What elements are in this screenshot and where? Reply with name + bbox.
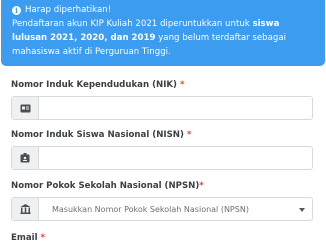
nik-input[interactable]: [39, 97, 312, 119]
nisn-required-mark: *: [186, 130, 192, 140]
alert-line2a: lulusan 2021, 2020, dan 2019: [12, 33, 156, 43]
npsn-input-group: Masukkan Nomor Pokok Sekolah Nasional (N…: [11, 197, 313, 221]
chevron-down-icon: [299, 208, 305, 212]
nik-addon: [12, 97, 39, 119]
nisn-input[interactable]: [39, 147, 312, 169]
npsn-select[interactable]: Masukkan Nomor Pokok Sekolah Nasional (N…: [39, 198, 312, 220]
alert-line1b: siswa: [252, 19, 280, 29]
email-label-text: Email: [11, 233, 38, 243]
npsn-label-text: Nomor Pokok Sekolah Nasional (NPSN): [11, 181, 200, 191]
npsn-select-placeholder: Masukkan Nomor Pokok Sekolah Nasional (N…: [52, 205, 249, 214]
email-required-mark: *: [40, 233, 46, 243]
alert-title: Harap diperhatikan!: [25, 5, 112, 15]
id-badge-icon: [20, 153, 30, 163]
nisn-addon: [12, 147, 39, 169]
nisn-input-group: [11, 146, 313, 170]
alert-body: Pendaftaran akun KIP Kuliah 2021 diperun…: [12, 17, 315, 59]
nik-label: Nomor Induk Kependudukan (NIK) *: [11, 80, 184, 90]
info-alert: i Harap diperhatikan! Pendaftaran akun K…: [1, 0, 325, 66]
school-icon: [20, 204, 30, 214]
nik-label-text: Nomor Induk Kependudukan (NIK): [11, 80, 177, 90]
nik-required-mark: *: [179, 80, 185, 90]
alert-line1a: Pendaftaran akun KIP Kuliah 2021 diperun…: [12, 19, 253, 29]
alert-line2b: yang belum terdaftar sebagai: [155, 33, 287, 43]
nik-input-group: [11, 96, 313, 120]
npsn-label: Nomor Pokok Sekolah Nasional (NPSN)*: [11, 181, 204, 191]
email-label: Email *: [11, 233, 45, 243]
npsn-addon: [12, 198, 39, 220]
alert-line3: mahasiswa aktif di Perguruan Tinggi.: [12, 47, 171, 57]
id-card-icon: [20, 104, 30, 112]
alert-title-row: i Harap diperhatikan!: [12, 3, 315, 17]
npsn-required-mark: *: [199, 181, 204, 191]
nisn-label: Nomor Induk Siswa Nasional (NISN) *: [11, 130, 191, 140]
nisn-label-text: Nomor Induk Siswa Nasional (NISN): [11, 130, 184, 140]
info-icon: i: [12, 5, 21, 15]
